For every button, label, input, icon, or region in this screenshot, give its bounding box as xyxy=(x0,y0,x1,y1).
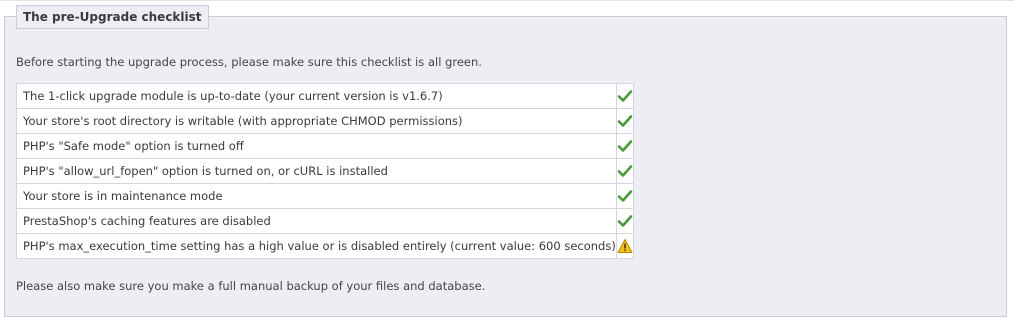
checkmark-icon xyxy=(617,140,633,152)
backup-reminder-text: Please also make sure you make a full ma… xyxy=(16,279,486,293)
checklist-item-label: PHP's "Safe mode" option is turned off xyxy=(16,133,617,159)
checkmark-icon xyxy=(617,190,633,202)
checklist-item-status xyxy=(615,233,634,259)
checkmark-icon xyxy=(617,215,633,227)
checklist-item-label: PrestaShop's caching features are disabl… xyxy=(16,208,617,234)
checklist-item-status xyxy=(615,158,634,184)
checklist-item-status xyxy=(615,108,634,134)
checklist-item-label: Your store is in maintenance mode xyxy=(16,183,617,209)
checkmark-icon xyxy=(617,165,633,177)
checklist-table: The 1-click upgrade module is up-to-date… xyxy=(16,83,634,259)
checklist-row: Your store is in maintenance mode xyxy=(16,183,634,209)
checklist-item-status xyxy=(615,183,634,209)
warning-icon xyxy=(617,239,633,253)
checklist-row: PHP's "Safe mode" option is turned off xyxy=(16,133,634,159)
checklist-row: Your store's root directory is writable … xyxy=(16,108,634,134)
checkmark-icon xyxy=(617,115,633,127)
checklist-intro-text: Before starting the upgrade process, ple… xyxy=(16,55,482,69)
checklist-item-label: The 1-click upgrade module is up-to-date… xyxy=(16,83,617,109)
checklist-row: PHP's "allow_url_fopen" option is turned… xyxy=(16,158,634,184)
checkmark-icon xyxy=(617,90,633,102)
checklist-row: The 1-click upgrade module is up-to-date… xyxy=(16,83,634,109)
checklist-row: PHP's max_execution_time setting has a h… xyxy=(16,233,634,259)
checklist-item-status xyxy=(615,133,634,159)
checklist-item-label: PHP's "allow_url_fopen" option is turned… xyxy=(16,158,617,184)
panel-title: The pre-Upgrade checklist xyxy=(16,5,209,29)
top-divider xyxy=(0,0,1014,1)
checklist-item-label: PHP's max_execution_time setting has a h… xyxy=(16,233,617,259)
checklist-item-label: Your store's root directory is writable … xyxy=(16,108,617,134)
checklist-row: PrestaShop's caching features are disabl… xyxy=(16,208,634,234)
checklist-item-status xyxy=(615,83,634,109)
checklist-item-status xyxy=(615,208,634,234)
